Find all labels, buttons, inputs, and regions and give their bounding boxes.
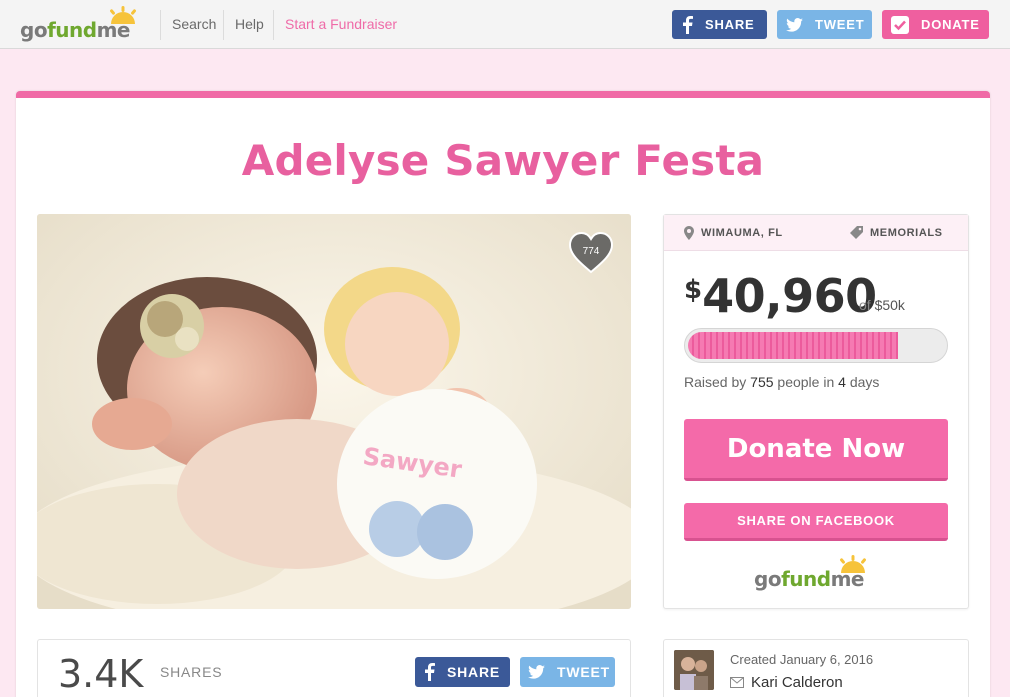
nav-divider xyxy=(223,10,224,40)
days-count: 4 xyxy=(838,374,846,390)
progress-fill xyxy=(688,332,898,359)
shares-panel: 3.4K SHARES SHARE TWEET xyxy=(37,639,631,697)
nav-divider xyxy=(160,10,161,40)
location-pin-icon xyxy=(684,226,694,240)
campaign-card: Adelyse Sawyer Festa Sawyer 774 WIMAUMA,… xyxy=(16,91,990,697)
category[interactable]: MEMORIALS xyxy=(850,226,943,239)
location-label: WIMAUMA, FL xyxy=(701,227,783,239)
tag-icon xyxy=(850,226,863,239)
goal-prefix: of xyxy=(859,297,871,313)
donation-panel: WIMAUMA, FL MEMORIALS $ 40,960 of $50k R… xyxy=(663,214,969,609)
heart-count: 774 xyxy=(582,246,600,257)
top-nav: gofundme Search Help Start a Fundraiser … xyxy=(0,0,1010,49)
location[interactable]: WIMAUMA, FL xyxy=(684,226,783,240)
checkmark-icon xyxy=(891,15,909,34)
logo-wordmark: gofundme xyxy=(20,18,130,42)
twitter-icon xyxy=(786,17,803,32)
goal-text: of $50k xyxy=(859,297,905,313)
envelope-icon xyxy=(730,677,744,688)
raised-summary: Raised by 755 people in 4 days xyxy=(684,374,879,390)
created-date: Created January 6, 2016 xyxy=(730,652,874,667)
nav-start-fundraiser-link[interactable]: Start a Fundraiser xyxy=(285,16,397,32)
campaign-photo[interactable]: Sawyer 774 xyxy=(37,214,631,609)
share-label: SHARE xyxy=(705,17,755,32)
share-count: 3.4K xyxy=(58,652,144,696)
logo-wordmark: gofundme xyxy=(754,567,864,591)
amount-raised: $ 40,960 xyxy=(684,269,877,323)
twitter-tweet-button[interactable]: TWEET xyxy=(520,657,615,687)
amount-value: 40,960 xyxy=(702,269,877,323)
facebook-share-button[interactable]: SHARE xyxy=(672,10,767,39)
goal-value: $50k xyxy=(874,297,905,313)
tweet-label: TWEET xyxy=(815,17,865,32)
tweet-label: TWEET xyxy=(557,664,610,680)
raised-mid: people in xyxy=(777,374,835,390)
shares-label: SHARES xyxy=(160,664,223,680)
category-label: MEMORIALS xyxy=(870,226,943,239)
organizer-panel: Created January 6, 2016 Kari Calderon xyxy=(663,639,969,697)
baby-photo-illustration: Sawyer xyxy=(37,214,631,609)
avatar[interactable] xyxy=(674,650,714,690)
facebook-share-button[interactable]: SHARE xyxy=(415,657,510,687)
donation-panel-header: WIMAUMA, FL MEMORIALS xyxy=(664,215,968,251)
organizer-name[interactable]: Kari Calderon xyxy=(730,674,843,691)
share-on-facebook-button[interactable]: SHARE ON FACEBOOK xyxy=(684,503,948,541)
raised-prefix: Raised by xyxy=(684,374,747,390)
nav-search-link[interactable]: Search xyxy=(172,16,216,32)
organizer-name-label: Kari Calderon xyxy=(751,674,843,691)
facebook-icon xyxy=(681,15,693,34)
campaign-title: Adelyse Sawyer Festa xyxy=(241,136,765,185)
nav-help-link[interactable]: Help xyxy=(235,16,264,32)
facebook-icon xyxy=(423,663,435,681)
gofundme-logo[interactable]: gofundme xyxy=(20,6,148,44)
donor-count: 755 xyxy=(750,374,774,390)
progress-bar xyxy=(684,328,948,363)
twitter-icon xyxy=(528,665,545,679)
nav-divider xyxy=(273,10,274,40)
share-label: SHARE xyxy=(447,664,501,680)
gofundme-logo-small: gofundme xyxy=(754,555,880,595)
donate-now-button[interactable]: Donate Now xyxy=(684,419,948,481)
twitter-tweet-button[interactable]: TWEET xyxy=(777,10,872,39)
raised-suffix: days xyxy=(849,374,880,390)
currency-symbol: $ xyxy=(684,275,703,305)
donate-button[interactable]: DONATE xyxy=(882,10,989,39)
donate-label: DONATE xyxy=(921,17,980,32)
